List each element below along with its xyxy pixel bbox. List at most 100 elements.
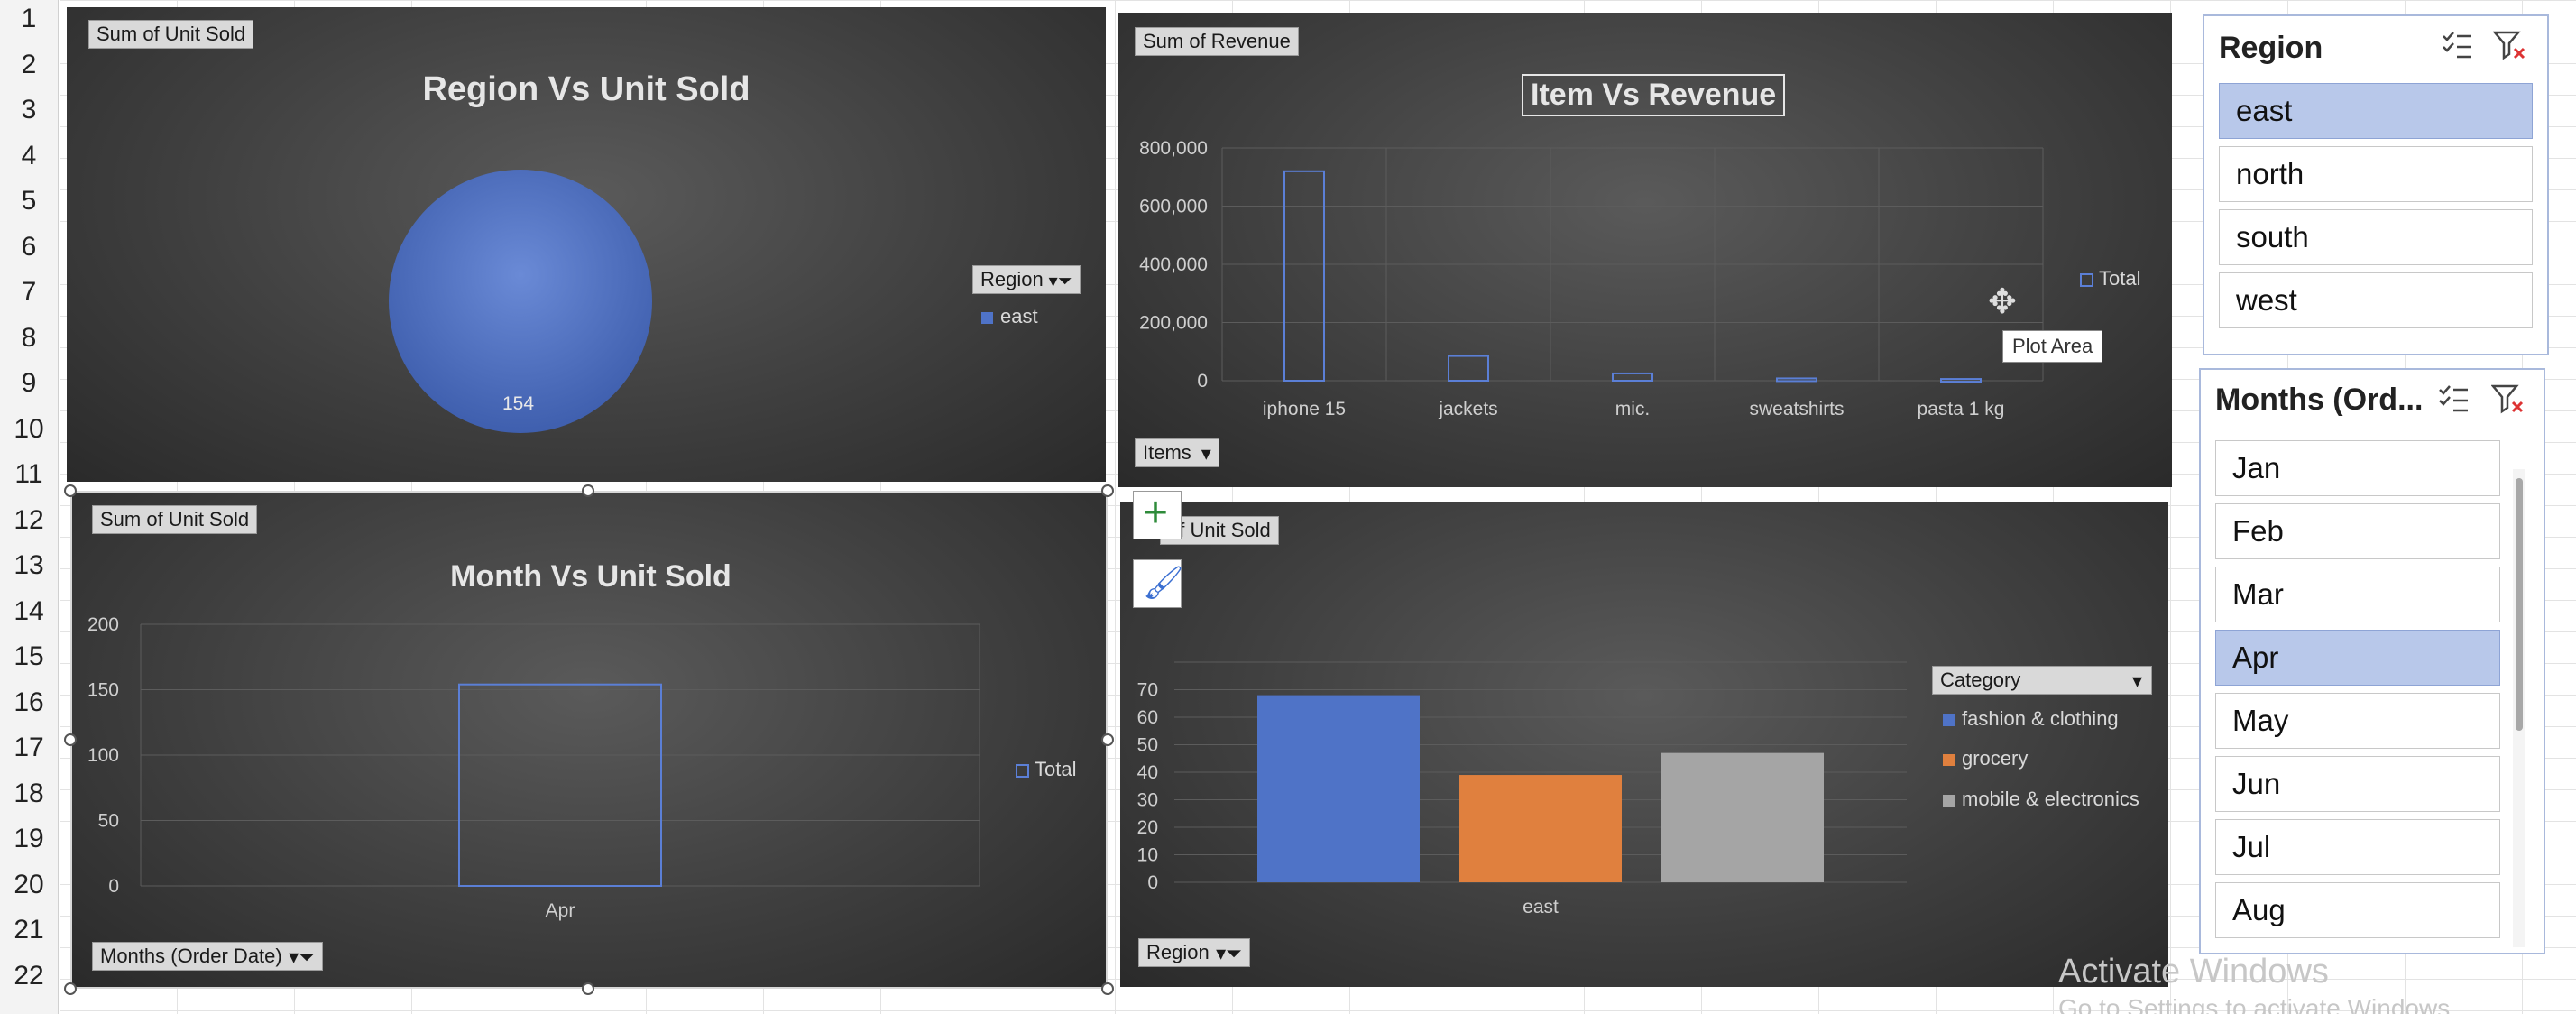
region-filter-button[interactable]: Region ▾⏷ <box>972 265 1081 294</box>
slicer-item-apr[interactable]: Apr <box>2215 630 2500 686</box>
plot-area-tooltip: Plot Area <box>2002 330 2103 363</box>
pie-legend-item: east <box>981 305 1038 328</box>
y-tick-label: 60 <box>1137 707 1158 728</box>
region-axis-button[interactable]: Region ▾⏷ <box>1138 938 1250 967</box>
region-slicer[interactable]: Region east north south west <box>2203 14 2549 355</box>
resize-handle[interactable] <box>1101 484 1114 497</box>
row-number[interactable]: 3 <box>0 95 58 125</box>
row-number[interactable]: 14 <box>0 596 58 627</box>
months-axis-button[interactable]: Months (Order Date) ▾⏷ <box>92 942 323 971</box>
y-tick-label: 200,000 <box>1139 313 1208 334</box>
category-legend-button[interactable]: Category ▾ <box>1932 666 2152 695</box>
slicer-title: Region <box>2219 31 2323 65</box>
row-number[interactable]: 10 <box>0 414 58 445</box>
scrollbar-thumb[interactable] <box>2516 478 2523 731</box>
resize-handle[interactable] <box>582 484 594 497</box>
legend-swatch <box>1943 714 1955 726</box>
slicer-item-mar[interactable]: Mar <box>2215 567 2500 622</box>
region-pie-chart[interactable]: Sum of Unit Sold Region Vs Unit Sold 154… <box>67 7 1106 482</box>
y-tick-label: 0 <box>1147 872 1158 893</box>
category-units-chart[interactable]: of Unit Sold 70 60 50 40 30 20 10 0 east Categor… <box>1120 502 2168 987</box>
legend-label: grocery <box>1962 747 2029 770</box>
region-axis-label: Region <box>1146 941 1210 963</box>
row-number[interactable]: 9 <box>0 368 58 399</box>
region-filter-label: Region <box>980 268 1044 290</box>
resize-handle[interactable] <box>582 982 594 995</box>
row-number[interactable]: 20 <box>0 870 58 900</box>
y-tick-label: 200 <box>87 614 119 635</box>
row-number[interactable]: 13 <box>0 550 58 581</box>
x-tick-label: Apr <box>546 900 575 921</box>
row-number[interactable]: 5 <box>0 186 58 217</box>
items-axis-label: Items <box>1143 441 1191 464</box>
row-number[interactable]: 21 <box>0 915 58 945</box>
clear-filter-icon[interactable] <box>2493 29 2525 61</box>
y-tick-label: 10 <box>1137 845 1158 866</box>
multi-select-icon[interactable] <box>2441 29 2473 61</box>
resize-handle[interactable] <box>64 733 77 746</box>
revenue-plot[interactable]: 800,000 600,000 400,000 200,000 0 iphone 15 ja… <box>1118 13 2172 487</box>
multi-select-icon[interactable] <box>2437 383 2470 415</box>
dropdown-icon: ▾ <box>2131 669 2142 692</box>
x-tick-label: jackets <box>1438 399 1497 419</box>
row-number[interactable]: 2 <box>0 50 58 80</box>
slicer-item-east[interactable]: east <box>2219 83 2533 139</box>
dropdown-icon: ▾ <box>1201 442 1211 465</box>
row-number[interactable]: 7 <box>0 277 58 308</box>
legend-swatch <box>981 311 993 324</box>
slicer-item-may[interactable]: May <box>2215 693 2500 749</box>
row-number[interactable]: 6 <box>0 232 58 263</box>
row-number[interactable]: 17 <box>0 733 58 763</box>
bar-mic- <box>1612 372 1653 382</box>
slicer-item-jan[interactable]: Jan <box>2215 440 2500 496</box>
legend-swatch <box>2080 272 2093 287</box>
row-number[interactable]: 1 <box>0 4 58 34</box>
clear-filter-icon[interactable] <box>2491 383 2524 415</box>
slicer-item-feb[interactable]: Feb <box>2215 503 2500 559</box>
month-legend: Total <box>1016 758 1076 781</box>
bar-apr <box>458 683 662 887</box>
chart-styles-button[interactable]: 🖌 <box>1133 559 1184 608</box>
month-plot[interactable]: 200 150 100 50 0 Apr <box>72 493 1109 991</box>
resize-handle[interactable] <box>1101 733 1114 746</box>
months-slicer[interactable]: Months (Ord... Jan Feb Mar Apr May Jun Jul Aug <box>2199 368 2545 954</box>
row-number[interactable]: 15 <box>0 641 58 672</box>
slicer-item-north[interactable]: north <box>2219 146 2533 202</box>
slicer-scrollbar[interactable] <box>2513 469 2525 947</box>
item-revenue-chart[interactable]: Sum of Revenue Item Vs Revenue 800,000 60… <box>1118 13 2172 487</box>
y-tick-label: 30 <box>1137 790 1158 811</box>
row-number[interactable]: 16 <box>0 687 58 718</box>
row-number[interactable]: 8 <box>0 323 58 354</box>
slicer-item-jun[interactable]: Jun <box>2215 756 2500 812</box>
legend-swatch <box>1016 763 1029 778</box>
resize-handle[interactable] <box>64 484 77 497</box>
slicer-title: Months (Ord... <box>2215 383 2424 417</box>
items-axis-button[interactable]: Items ▾ <box>1135 438 1219 467</box>
y-tick-label: 20 <box>1137 817 1158 838</box>
bar-grocery <box>1459 775 1622 882</box>
row-number[interactable]: 11 <box>0 459 58 490</box>
row-header[interactable]: 1 2 3 4 5 6 7 8 9 10 11 12 13 14 15 16 17 18 19 20 21 22 <box>0 0 59 1014</box>
row-number[interactable]: 19 <box>0 824 58 854</box>
legend-item-mobile: mobile & electronics <box>1943 788 2139 811</box>
row-number[interactable]: 4 <box>0 141 58 171</box>
resize-handle[interactable] <box>1101 982 1114 995</box>
row-number[interactable]: 12 <box>0 505 58 536</box>
category-plot[interactable]: 70 60 50 40 30 20 10 0 east <box>1120 502 2168 987</box>
x-tick-label: mic. <box>1615 399 1651 419</box>
slicer-item-jul[interactable]: Jul <box>2215 819 2500 875</box>
y-tick-label: 50 <box>98 811 119 832</box>
y-tick-label: 400,000 <box>1139 254 1208 275</box>
slicer-item-south[interactable]: south <box>2219 209 2533 265</box>
resize-handle[interactable] <box>64 982 77 995</box>
slicer-item-west[interactable]: west <box>2219 272 2533 328</box>
chart-elements-button[interactable]: + <box>1133 489 1182 539</box>
row-number[interactable]: 22 <box>0 961 58 991</box>
activate-windows-watermark: Activate Windows <box>2058 953 2329 991</box>
months-axis-label: Months (Order Date) <box>100 945 282 967</box>
row-number[interactable]: 18 <box>0 779 58 809</box>
month-units-chart[interactable]: Sum of Unit Sold Month Vs Unit Sold 200 1… <box>70 491 1108 989</box>
slicer-item-aug[interactable]: Aug <box>2215 882 2500 938</box>
y-tick-label: 50 <box>1137 735 1158 756</box>
legend-label: mobile & electronics <box>1962 788 2139 810</box>
